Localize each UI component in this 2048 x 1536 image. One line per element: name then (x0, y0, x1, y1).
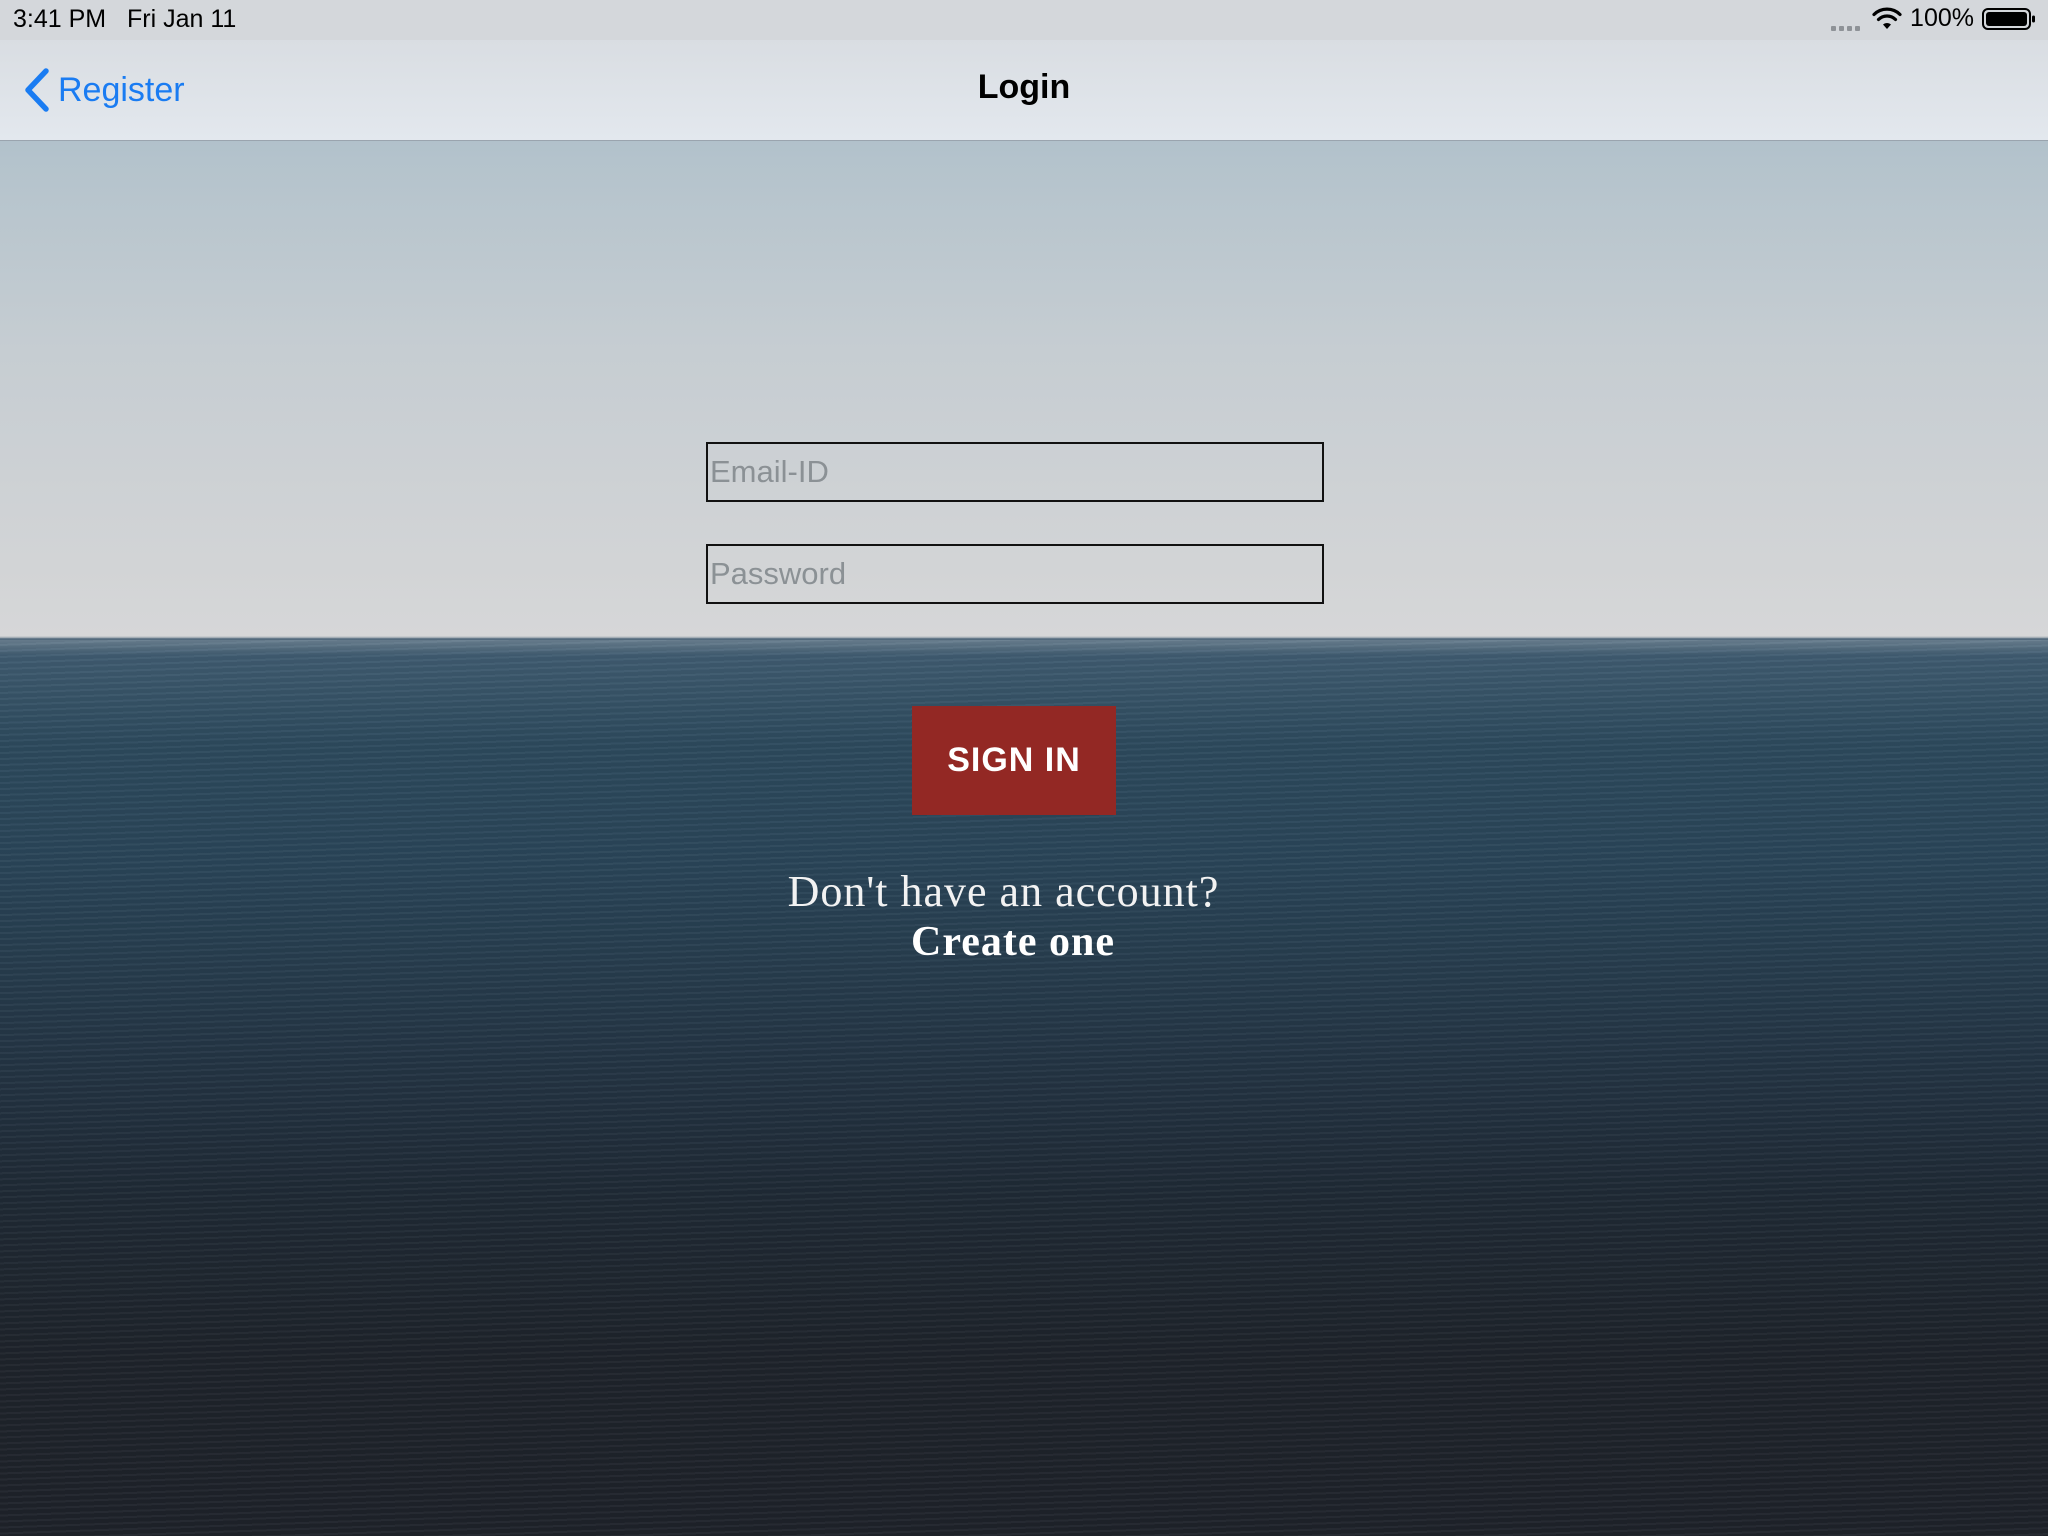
status-indicators: 100% (1831, 4, 2036, 33)
battery-icon (1982, 7, 2035, 30)
status-bar: 3:41 PM Fri Jan 11 100% (0, 0, 2048, 40)
navigation-bar: Register Login (0, 40, 2048, 141)
no-account-prompt: Don't have an account? (787, 867, 1220, 916)
cellular-signal-icon (1831, 7, 1861, 31)
wifi-icon (1872, 7, 1902, 29)
page-title: Login (977, 68, 1071, 106)
status-date: Fri Jan 11 (127, 5, 237, 33)
email-input[interactable] (706, 442, 1324, 502)
status-time: 3:41 PM (13, 5, 107, 33)
horizon-line (0, 636, 2048, 640)
create-account-link[interactable]: Create one (0, 918, 2026, 966)
password-input[interactable] (706, 544, 1324, 604)
battery-percentage: 100% (1910, 4, 1974, 32)
sign-in-button[interactable]: SIGN IN (912, 706, 1116, 815)
